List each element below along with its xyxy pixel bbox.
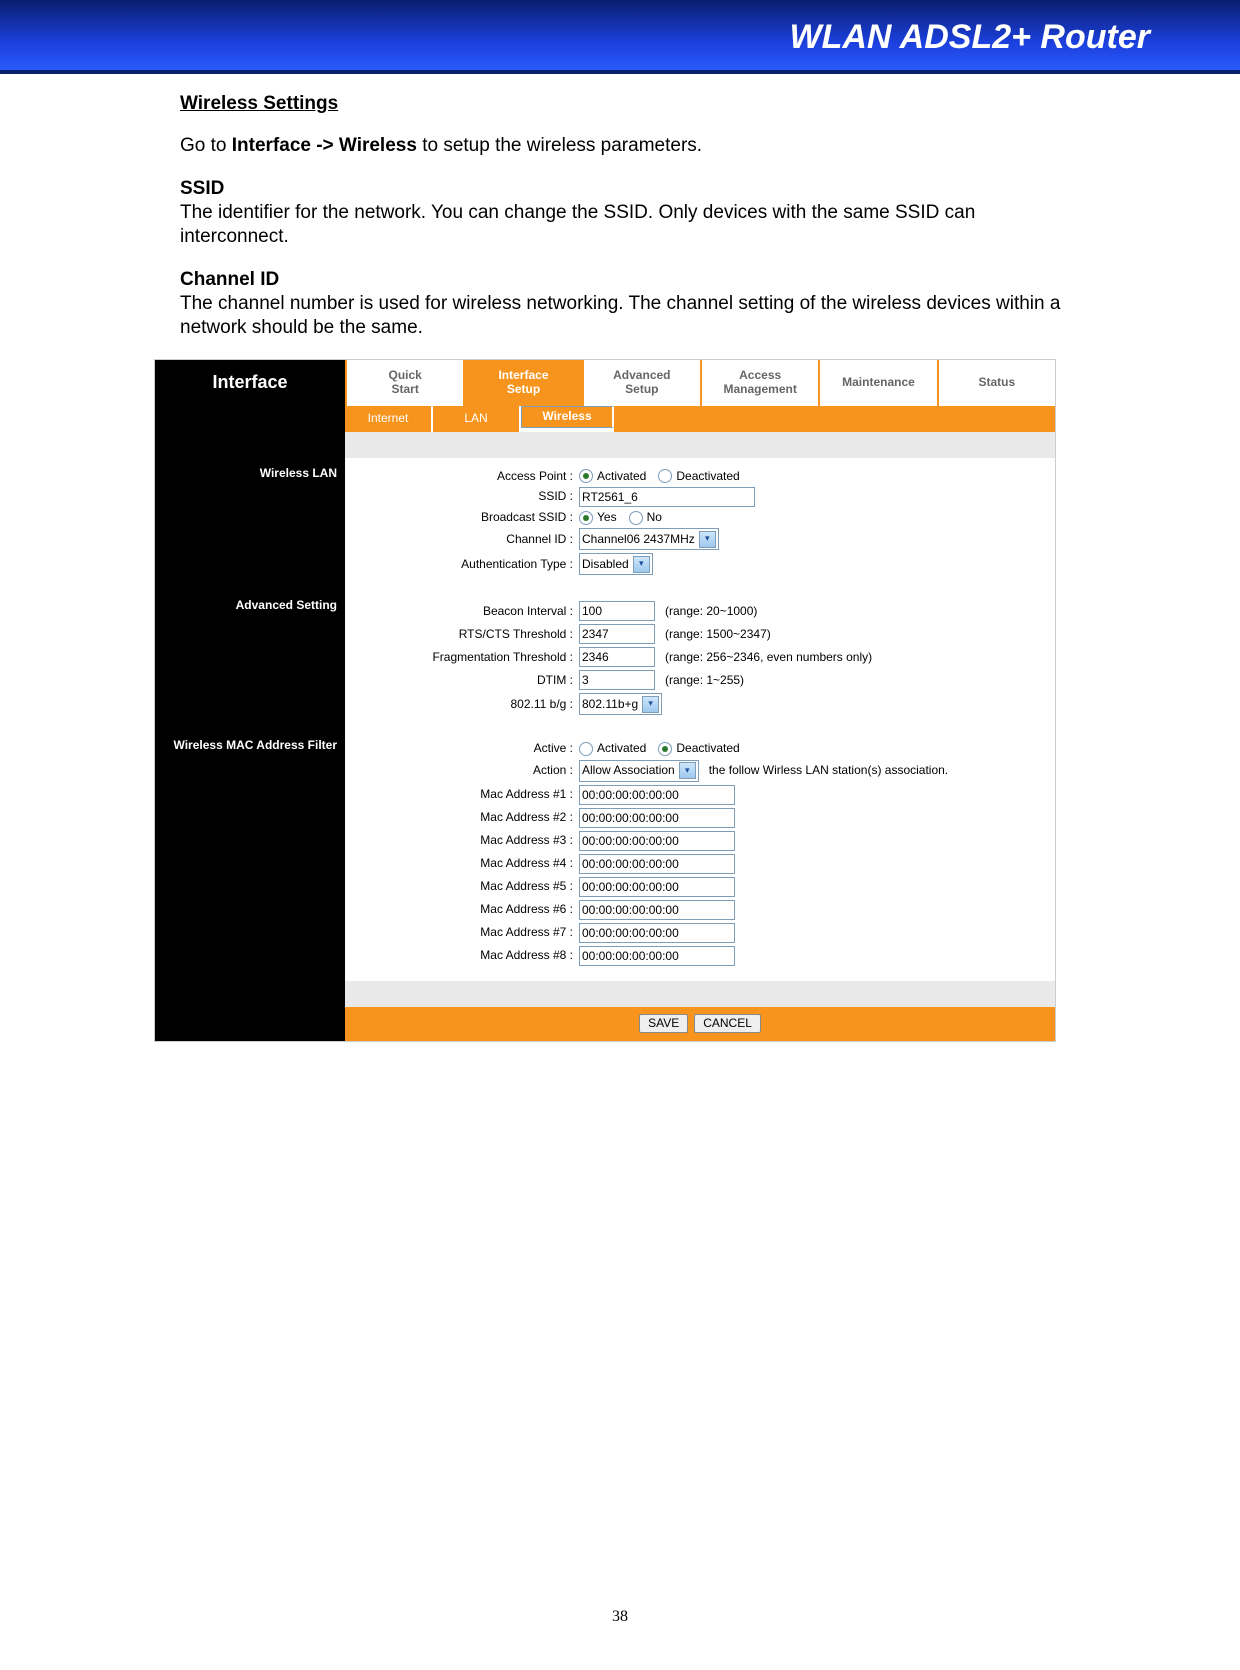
router-ui-screenshot: Interface QuickStart InterfaceSetup Adva… — [154, 359, 1056, 1042]
header-banner: WLAN ADSL2+ Router — [0, 0, 1240, 74]
mode-select[interactable]: 802.11b+g▾ — [579, 693, 662, 715]
side-title: Interface — [155, 360, 345, 406]
intro-paragraph: Go to Interface -> Wireless to setup the… — [180, 134, 1080, 158]
chevron-down-icon: ▾ — [633, 556, 650, 573]
page-number: 38 — [0, 1608, 1240, 1626]
broadcast-no-radio[interactable] — [629, 511, 643, 525]
tab-quick-start[interactable]: QuickStart — [345, 360, 463, 406]
channel-select[interactable]: Channel06 2437MHz▾ — [579, 528, 719, 550]
section-mac-filter: Wireless MAC Address Filter — [155, 730, 345, 980]
subtab-internet[interactable]: Internet — [345, 406, 433, 432]
cancel-button[interactable]: CANCEL — [694, 1014, 761, 1033]
section-wireless-lan: Wireless LAN — [155, 458, 345, 591]
tab-interface-setup[interactable]: InterfaceSetup — [463, 360, 581, 406]
subtab-lan[interactable]: LAN — [433, 406, 521, 432]
rts-input[interactable] — [579, 624, 655, 644]
ap-activated-radio[interactable] — [579, 469, 593, 483]
mac-input-4[interactable] — [579, 854, 735, 874]
mac-input-5[interactable] — [579, 877, 735, 897]
tab-advanced-setup[interactable]: AdvancedSetup — [582, 360, 700, 406]
mac-input-2[interactable] — [579, 808, 735, 828]
chevron-down-icon: ▾ — [699, 531, 716, 548]
product-title: WLAN ADSL2+ Router — [0, 0, 1240, 57]
mac-input-7[interactable] — [579, 923, 735, 943]
tab-maintenance[interactable]: Maintenance — [818, 360, 936, 406]
channel-heading: Channel ID — [180, 268, 1080, 292]
section-heading: Wireless Settings — [180, 92, 1080, 116]
dtim-input[interactable] — [579, 670, 655, 690]
frag-input[interactable] — [579, 647, 655, 667]
mac-input-8[interactable] — [579, 946, 735, 966]
beacon-input[interactable] — [579, 601, 655, 621]
auth-select[interactable]: Disabled▾ — [579, 553, 653, 575]
ssid-heading: SSID — [180, 177, 1080, 201]
mac-input-3[interactable] — [579, 831, 735, 851]
subtab-wireless[interactable]: Wireless — [521, 406, 614, 428]
filter-activated-radio[interactable] — [579, 742, 593, 756]
section-advanced: Advanced Setting — [155, 590, 345, 730]
chevron-down-icon: ▾ — [679, 762, 696, 779]
ap-deactivated-radio[interactable] — [658, 469, 672, 483]
mac-input-6[interactable] — [579, 900, 735, 920]
tab-status[interactable]: Status — [937, 360, 1055, 406]
action-select[interactable]: Allow Association▾ — [579, 760, 699, 782]
ssid-input[interactable] — [579, 487, 755, 507]
chevron-down-icon: ▾ — [642, 696, 659, 713]
save-button[interactable]: SAVE — [639, 1014, 688, 1033]
mac-input-1[interactable] — [579, 785, 735, 805]
ssid-paragraph: The identifier for the network. You can … — [180, 201, 1080, 250]
broadcast-yes-radio[interactable] — [579, 511, 593, 525]
channel-paragraph: The channel number is used for wireless … — [180, 292, 1080, 341]
filter-deactivated-radio[interactable] — [658, 742, 672, 756]
tab-access-management[interactable]: AccessManagement — [700, 360, 818, 406]
